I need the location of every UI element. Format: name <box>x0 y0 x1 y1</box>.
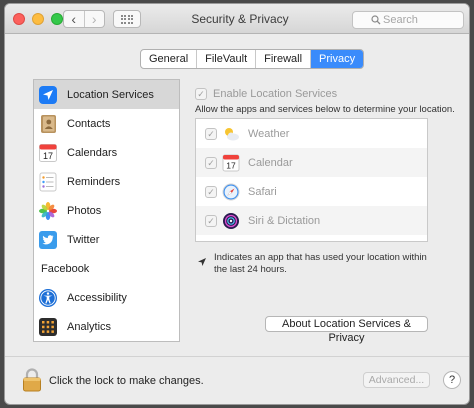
app-label: Siri & Dictation <box>248 214 321 227</box>
location-arrow-icon <box>39 85 57 104</box>
checkmark-icon[interactable]: ✓ <box>205 214 217 227</box>
sidebar-item-contacts[interactable]: Contacts <box>34 109 179 138</box>
forward-button[interactable]: › <box>83 11 105 27</box>
lock-text: Click the lock to make changes. <box>49 375 204 387</box>
sidebar-item-photos[interactable]: Photos <box>34 196 179 225</box>
twitter-icon <box>39 230 57 249</box>
sidebar-item-label: Calendars <box>67 146 118 159</box>
app-row-calendar[interactable]: ✓ 17 Calendar <box>196 148 427 177</box>
sidebar-item-label: Contacts <box>67 117 111 130</box>
app-label: Calendar <box>248 156 293 169</box>
checkmark-icon[interactable]: ✓ <box>205 156 217 169</box>
zoom-button[interactable] <box>51 13 63 25</box>
sidebar-item-accessibility[interactable]: Accessibility <box>34 283 179 312</box>
sidebar-item-label: Photos <box>67 204 102 217</box>
checkmark-icon: ✓ <box>195 88 207 100</box>
checkmark-icon[interactable]: ✓ <box>205 127 217 140</box>
calendar-icon: 17 <box>39 143 57 162</box>
lock-icon[interactable] <box>22 368 42 392</box>
sidebar-item-label: Analytics <box>67 320 112 333</box>
enable-location-services-checkbox[interactable]: ✓ Enable Location Services <box>195 88 337 100</box>
reminders-icon <box>39 172 57 191</box>
calendar-icon: 17 <box>222 154 240 171</box>
tab-firewall[interactable]: Firewall <box>256 50 312 68</box>
search-placeholder: Search <box>383 14 418 26</box>
weather-icon <box>225 127 239 140</box>
accessibility-icon <box>39 288 57 307</box>
tab-filevault[interactable]: FileVault <box>197 50 257 68</box>
sidebar-item-calendars[interactable]: 17 Calendars <box>34 138 179 167</box>
tab-privacy[interactable]: Privacy <box>311 50 364 68</box>
security-privacy-window: ‹ › Security & Privacy Search General Fi… <box>4 3 470 405</box>
sidebar-item-label: Facebook <box>41 262 90 275</box>
safari-icon <box>222 183 240 200</box>
location-app-list: ✓ Weather ✓ 17 Calendar ✓ Safari ✓ Siri … <box>195 118 428 242</box>
app-row-safari[interactable]: ✓ Safari <box>196 177 427 206</box>
location-arrow-icon <box>198 258 206 266</box>
search-icon <box>371 15 381 25</box>
advanced-button[interactable]: Advanced... <box>363 372 430 388</box>
app-row-siri-dictation[interactable]: ✓ Siri & Dictation <box>196 206 427 235</box>
sidebar-item-location-services[interactable]: Location Services <box>34 80 179 109</box>
checkmark-icon[interactable]: ✓ <box>205 185 217 198</box>
app-label: Weather <box>248 127 290 140</box>
photos-icon <box>39 201 57 220</box>
app-label: Safari <box>248 185 277 198</box>
sidebar-item-label: Accessibility <box>67 291 127 304</box>
footer-divider <box>5 356 469 357</box>
window-title: Security & Privacy <box>191 12 289 26</box>
sidebar-item-facebook[interactable]: Facebook <box>34 254 179 283</box>
sidebar-item-reminders[interactable]: Reminders <box>34 167 179 196</box>
grid-icon <box>120 14 134 24</box>
navigation-buttons: ‹ › <box>63 10 105 28</box>
app-row-weather[interactable]: ✓ Weather <box>196 119 427 148</box>
search-field[interactable]: Search <box>352 11 464 29</box>
help-button[interactable]: ? <box>443 371 461 389</box>
sidebar-item-label: Twitter <box>67 233 100 246</box>
back-button[interactable]: ‹ <box>64 11 84 27</box>
chevron-left-icon: ‹ <box>71 11 77 27</box>
calendar-day-label: 17 <box>226 160 236 170</box>
contacts-book-icon <box>41 114 56 133</box>
privacy-category-list: Location Services Contacts 17 Calendars <box>33 79 180 342</box>
sidebar-item-analytics[interactable]: Analytics <box>34 312 179 341</box>
siri-icon <box>223 212 239 229</box>
recent-use-note: Indicates an app that has used your loca… <box>197 252 432 276</box>
tab-general[interactable]: General <box>141 50 198 68</box>
close-button[interactable] <box>13 13 25 25</box>
sidebar-item-label: Location Services <box>67 88 154 101</box>
calendar-day-label: 17 <box>43 151 53 161</box>
enable-location-services-label: Enable Location Services <box>213 88 338 100</box>
location-description: Allow the apps and services below to det… <box>195 104 455 115</box>
chevron-right-icon: › <box>91 11 97 27</box>
analytics-icon <box>39 317 57 336</box>
about-location-services-button[interactable]: About Location Services & Privacy <box>265 316 428 344</box>
recent-use-note-text: Indicates an app that has used your loca… <box>214 252 427 275</box>
sidebar-item-twitter[interactable]: Twitter <box>34 225 179 254</box>
tab-bar: General FileVault Firewall Privacy <box>140 49 365 69</box>
minimize-button[interactable] <box>32 13 44 25</box>
sidebar-item-label: Reminders <box>67 175 121 188</box>
show-all-button[interactable] <box>113 10 141 28</box>
title-bar: ‹ › Security & Privacy Search <box>5 4 469 34</box>
